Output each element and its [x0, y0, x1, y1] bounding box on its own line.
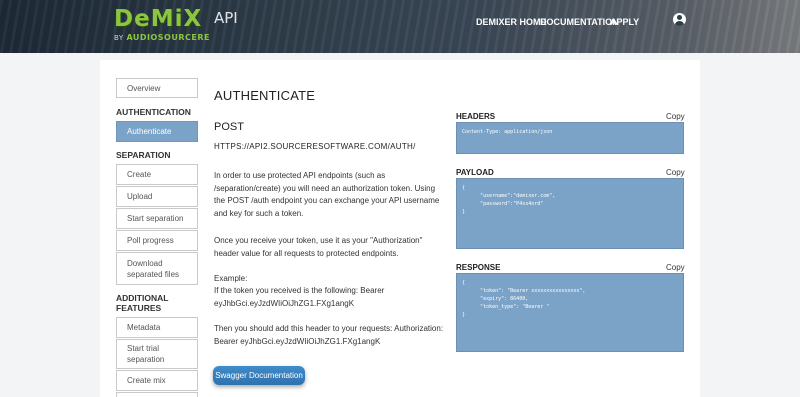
example-label: Example: [214, 274, 248, 283]
code-line: "expiry": 86400, [462, 296, 529, 302]
sidebar-section-authentication: AUTHENTICATION [116, 107, 191, 117]
sidebar-section-separation: SEPARATION [116, 150, 171, 160]
response-heading: RESPONSE [456, 263, 501, 272]
code-line: "token_type": "Bearer " [462, 304, 550, 310]
code-line: "token": "Bearer xxxxxxxxxxxxxxxx", [462, 288, 586, 294]
http-method: POST [214, 121, 244, 133]
payload-code-box[interactable]: { "username":"demixer.com", "password":"… [456, 178, 684, 249]
nav-apply[interactable]: APPLY [610, 17, 639, 27]
example-token-text: If the token you received is the followi… [214, 286, 385, 308]
sidebar-item-start-separation[interactable]: Start separation [116, 208, 198, 229]
logo-byline: BY AUDIOSOURCERE [114, 33, 210, 42]
intro-paragraph: In order to use protected API endpoints … [214, 171, 440, 218]
payload-heading: PAYLOAD [456, 168, 494, 177]
nav-demixer-home[interactable]: DEMIXER HOME [476, 17, 547, 27]
code-line: { [462, 280, 466, 286]
demix-logo[interactable]: DeMiX API BY AUDIOSOURCERE [114, 6, 238, 42]
copy-response-button[interactable]: Copy [666, 263, 685, 272]
token-usage-paragraph: Once you receive your token, use it as y… [214, 236, 423, 258]
sidebar-item-overview[interactable]: Overview [116, 78, 198, 98]
code-line: "username":"demixer.com", [462, 193, 556, 199]
sidebar-item-partial[interactable] [116, 392, 198, 397]
sidebar-item-download-separated-files[interactable]: Download separated files [116, 252, 198, 285]
code-line: } [462, 209, 466, 215]
sidebar-item-upload[interactable]: Upload [116, 186, 198, 207]
headers-code-box[interactable]: Content-Type: application/json [456, 122, 684, 154]
response-code-box[interactable]: { "token": "Bearer xxxxxxxxxxxxxxxx", "e… [456, 273, 684, 352]
logo-api-label: API [214, 9, 238, 27]
sidebar-item-poll-progress[interactable]: Poll progress [116, 230, 198, 251]
code-line: } [462, 312, 466, 318]
code-line: { [462, 185, 466, 191]
sidebar-section-additional-features: ADDITIONAL FEATURES [116, 293, 169, 313]
logo-by: BY [114, 34, 124, 42]
logo-wordmark: DeMiX [114, 6, 203, 32]
headers-heading: HEADERS [456, 112, 496, 121]
sidebar-item-metadata[interactable]: Metadata [116, 317, 198, 338]
copy-headers-button[interactable]: Copy [666, 112, 685, 121]
swagger-documentation-button[interactable]: Swagger Documentation [213, 366, 305, 385]
example-header-text: Then you should add this header to your … [214, 324, 444, 346]
code-line: "password":"P4ss4ord" [462, 201, 544, 207]
sidebar-item-authenticate[interactable]: Authenticate [116, 121, 198, 142]
copy-payload-button[interactable]: Copy [666, 168, 685, 177]
sidebar-item-create[interactable]: Create [116, 164, 198, 185]
user-account-icon[interactable] [673, 13, 686, 26]
page-title: AUTHENTICATE [214, 88, 316, 103]
endpoint-url[interactable]: HTTPS://API2.SOURCERESOFTWARE.COM/AUTH/ [214, 142, 416, 151]
nav-documentation[interactable]: DOCUMENTATION [540, 17, 619, 27]
logo-brand: AUDIOSOURCERE [126, 33, 210, 42]
sidebar-item-create-mix[interactable]: Create mix [116, 370, 198, 391]
sidebar-item-start-trial-separation[interactable]: Start trial separation [116, 339, 198, 369]
top-navbar: DeMiX API BY AUDIOSOURCERE DEMIXER HOME … [0, 0, 800, 53]
docs-sidebar: Overview AUTHENTICATION Authenticate SEP… [116, 78, 198, 397]
code-line: Content-Type: application/json [462, 129, 553, 135]
